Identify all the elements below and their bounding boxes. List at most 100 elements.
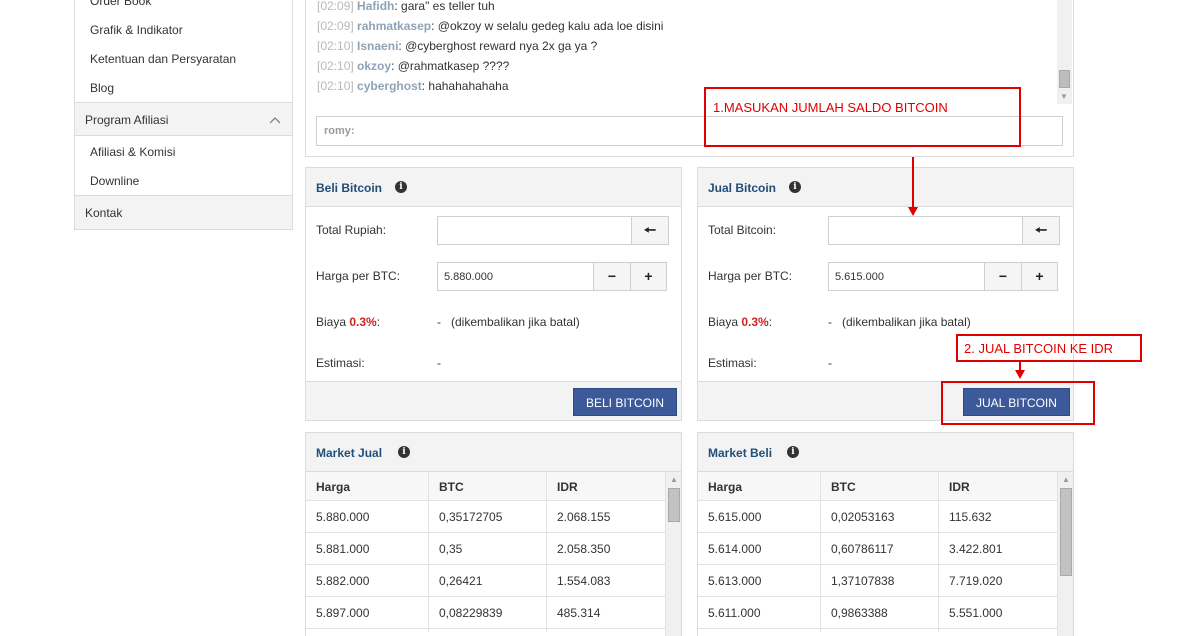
panel-title: Market Jual [316, 446, 383, 460]
column-header-harga: Harga [708, 480, 743, 494]
table-scroll-thumb[interactable] [668, 488, 680, 522]
chat-message: [02:09] Hafidh: gara" es teller tuh [317, 0, 495, 13]
panel-header: Market Beli i [698, 433, 1073, 472]
chat-time: [02:09] [317, 19, 354, 33]
sidebar-group-program-afiliasi[interactable]: Program Afiliasi [75, 102, 292, 136]
table-row[interactable]: 5.881.000 0,35 2.058.350 [306, 533, 665, 565]
chat-scrollbar[interactable]: ▼ [1057, 0, 1072, 104]
price-per-btc-input[interactable]: 5.615.000 [828, 262, 985, 291]
chat-text: : @cyberghost reward nya 2x ga ya ? [398, 39, 598, 53]
fee-label: Biaya 0.3%: [708, 315, 772, 329]
info-icon[interactable]: i [395, 181, 407, 193]
cell-price: 5.880.000 [316, 510, 370, 524]
total-rupiah-input[interactable] [437, 216, 632, 245]
panel-footer: BELI BITCOIN [306, 381, 681, 420]
table-row[interactable]: 5.882.000 0,26421 1.554.083 [306, 565, 665, 597]
buy-bitcoin-button[interactable]: BELI BITCOIN [573, 388, 678, 416]
price-increase-button[interactable]: + [630, 262, 667, 291]
chat-message: [02:10] Isnaeni: @cyberghost reward nya … [317, 39, 597, 53]
column-header-idr: IDR [557, 480, 578, 494]
table-row[interactable]: 5.613.000 1,37107838 7.719.020 [698, 565, 1057, 597]
input-value: 5.880.000 [444, 271, 493, 283]
table-row[interactable]: 5.880.000 0,35172705 2.068.155 [306, 501, 665, 533]
chat-username[interactable]: Isnaeni [357, 39, 398, 53]
annotation-arrow-line [1019, 362, 1021, 370]
panel-title: Beli Bitcoin [316, 181, 383, 195]
scroll-up-arrow-icon[interactable]: ▲ [670, 475, 678, 484]
scroll-up-arrow-icon[interactable]: ▲ [1062, 475, 1070, 484]
chat-username[interactable]: rahmatkasep [357, 19, 431, 33]
table-scrollbar[interactable]: ▲ [1057, 472, 1073, 636]
info-icon[interactable]: i [789, 181, 801, 193]
cell-btc: 0,60786117 [831, 542, 894, 556]
cell-idr: 7.719.020 [949, 574, 1003, 588]
annotation-box-sell-button [941, 381, 1095, 425]
table-scroll-thumb[interactable] [1060, 488, 1072, 576]
chat-time: [02:09] [317, 0, 354, 13]
chat-text: : hahahahahaha [421, 79, 509, 93]
fee-note: (dikembalikan jika batal) [451, 315, 580, 329]
fee-label-colon: : [376, 315, 381, 329]
table-header: Harga BTC IDR [698, 472, 1073, 501]
price-decrease-button[interactable]: − [984, 262, 1022, 291]
cell-price: 5.613.000 [708, 574, 762, 588]
chat-scroll-thumb[interactable] [1059, 70, 1070, 88]
fill-max-button[interactable]: 🠔 [631, 216, 669, 245]
info-icon[interactable]: i [787, 446, 799, 458]
table-row[interactable]: 5.611.000 0,9863388 5.551.000 [698, 597, 1057, 629]
annotation-box-step2: 2. JUAL BITCOIN KE IDR [956, 334, 1142, 362]
price-increase-button[interactable]: + [1021, 262, 1058, 291]
cell-idr: 1.554.083 [557, 574, 611, 588]
column-header-harga: Harga [316, 480, 351, 494]
table-row[interactable]: 5.897.000 0,08229839 485.314 [306, 597, 665, 629]
chat-username[interactable]: cyberghost [357, 79, 422, 93]
sidebar-item-order-book[interactable]: Order Book [90, 0, 151, 8]
sidebar-item-grafik-indikator[interactable]: Grafik & Indikator [90, 23, 183, 37]
cell-idr: 485.314 [557, 606, 601, 620]
info-icon[interactable]: i [398, 446, 410, 458]
estimation-value: - [828, 356, 832, 370]
annotation-step2-text: 2. JUAL BITCOIN KE IDR [964, 341, 1114, 356]
annotation-box-step1: 1.MASUKAN JUMLAH SALDO BITCOIN [704, 87, 1021, 147]
sidebar-item-afiliasi-komisi[interactable]: Afiliasi & Komisi [90, 145, 175, 159]
cell-idr: 2.068.155 [557, 510, 611, 524]
chat-text: : gara" es teller tuh [394, 0, 495, 13]
total-bitcoin-input[interactable] [828, 216, 1023, 245]
fee-value: - [437, 315, 441, 329]
input-value: 5.615.000 [835, 271, 884, 283]
cell-btc: 0,08229839 [439, 606, 503, 620]
table-row[interactable]: 5.614.000 0,60786117 3.422.801 [698, 533, 1057, 565]
chevron-up-icon [270, 117, 280, 124]
chat-time: [02:10] [317, 79, 354, 93]
cell-price: 5.611.000 [708, 606, 761, 620]
price-decrease-button[interactable]: − [593, 262, 631, 291]
arrow-left-icon: 🠔 [1034, 222, 1048, 238]
sidebar-item-ketentuan[interactable]: Ketentuan dan Persyaratan [90, 52, 236, 66]
fill-max-button[interactable]: 🠔 [1022, 216, 1060, 245]
estimation-label: Estimasi: [316, 356, 365, 370]
panel-header: Market Jual i [306, 433, 681, 472]
table-scrollbar[interactable]: ▲ [665, 472, 681, 636]
fee-note: (dikembalikan jika batal) [842, 315, 971, 329]
cell-btc: 0,9863388 [831, 606, 888, 620]
scroll-down-arrow-icon[interactable]: ▼ [1060, 92, 1068, 101]
panel-header: Beli Bitcoin i [306, 168, 681, 207]
cell-btc: 1,37107838 [831, 574, 895, 588]
arrow-left-icon: 🠔 [643, 222, 657, 238]
cell-btc: 0,02053163 [831, 510, 895, 524]
price-per-btc-input[interactable]: 5.880.000 [437, 262, 594, 291]
chat-time: [02:10] [317, 39, 354, 53]
chat-username[interactable]: okzoy [357, 59, 391, 73]
fee-label-colon: : [768, 315, 773, 329]
sidebar-item-blog[interactable]: Blog [90, 81, 114, 95]
table-row[interactable]: 5.615.000 0,02053163 115.632 [698, 501, 1057, 533]
chat-username[interactable]: Hafidh [357, 0, 394, 13]
market-buy-panel: Market Beli i Harga BTC IDR 5.615.000 0,… [697, 432, 1074, 636]
sidebar-item-downline[interactable]: Downline [90, 174, 139, 188]
cell-btc: 0,26421 [439, 574, 483, 588]
sidebar-item-kontak[interactable]: Kontak [75, 195, 292, 229]
fee-value: - [828, 315, 832, 329]
annotation-arrow-line [912, 157, 914, 207]
chat-text: : @rahmatkasep ???? [391, 59, 510, 73]
chat-message: [02:09] rahmatkasep: @okzoy w selalu ged… [317, 19, 663, 33]
